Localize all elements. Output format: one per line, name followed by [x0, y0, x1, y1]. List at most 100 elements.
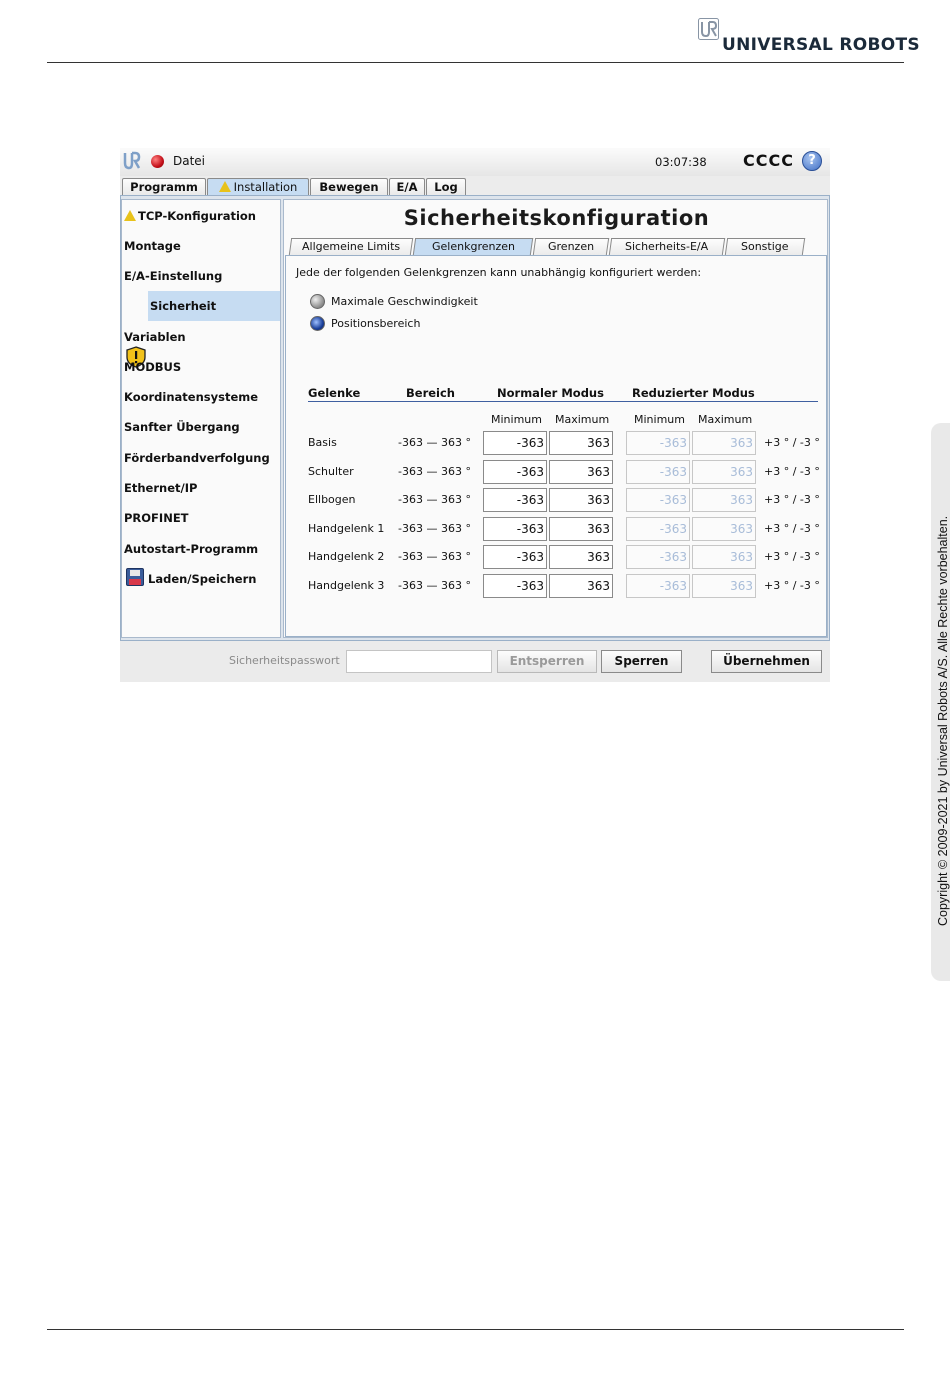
reduced-min-field[interactable]: -363	[626, 431, 690, 455]
normal-min-field[interactable]: -363	[483, 574, 547, 598]
column-header-normal: Normaler Modus	[497, 386, 604, 400]
reduced-max-field[interactable]: 363	[692, 517, 756, 541]
reduced-min-field[interactable]: -363	[626, 545, 690, 569]
tolerance-text: +3 ° / -3 °	[764, 522, 820, 535]
sidebar-item-tcp[interactable]: TCP-Konfiguration	[124, 201, 280, 231]
tab-grenzen[interactable]: Grenzen	[532, 238, 610, 255]
universal-robots-logo: UNIVERSAL ROBOTS	[698, 18, 920, 55]
joint-name: Schulter	[308, 465, 354, 478]
radio-max-speed[interactable]	[310, 294, 325, 309]
reduced-max-field[interactable]: 363	[692, 488, 756, 512]
normal-min-field[interactable]: -363	[483, 488, 547, 512]
sidebar-item-sanfter-uebergang[interactable]: Sanfter Übergang	[124, 412, 280, 442]
reduced-max-field[interactable]: 363	[692, 460, 756, 484]
header-divider	[308, 401, 818, 402]
joint-limits-panel: Jede der folgenden Gelenkgrenzen kann un…	[285, 255, 827, 637]
tab-bewegen[interactable]: Bewegen	[310, 178, 388, 196]
normal-max-field[interactable]: 363	[549, 517, 613, 541]
sidebar-item-ea-einstellung[interactable]: E/A-Einstellung	[124, 261, 280, 291]
tab-sicherheits-ea[interactable]: Sicherheits-E/A	[608, 238, 726, 255]
polyscope-screenshot: Datei 03:07:38 CCCC ? Programm Installat…	[120, 148, 830, 682]
ur-logo-icon	[698, 18, 719, 40]
joint-name: Handgelenk 1	[308, 522, 385, 535]
joint-name: Basis	[308, 436, 337, 449]
lock-button[interactable]: Sperren	[601, 650, 682, 673]
copyright-text: Copyright © 2009-2021 by Universal Robot…	[936, 515, 950, 926]
tab-sonstige[interactable]: Sonstige	[724, 238, 806, 255]
sidebar-item-ethernet-ip[interactable]: Ethernet/IP	[124, 473, 280, 503]
password-label: Sicherheitspasswort	[229, 654, 340, 667]
document-page: UNIVERSAL ROBOTS Copyright © 2009-2021 b…	[0, 0, 950, 1378]
column-header-reduced: Reduzierter Modus	[632, 386, 755, 400]
normal-max-field[interactable]: 363	[549, 545, 613, 569]
warning-icon	[124, 210, 136, 221]
column-header-range: Bereich	[406, 386, 455, 400]
normal-max-field[interactable]: 363	[549, 460, 613, 484]
tolerance-text: +3 ° / -3 °	[764, 436, 820, 449]
normal-max-field[interactable]: 363	[549, 574, 613, 598]
reduced-min-field[interactable]: -363	[626, 517, 690, 541]
password-field[interactable]	[346, 650, 492, 673]
sidebar-item-autostart[interactable]: Autostart-Programm	[124, 534, 280, 564]
tab-allgemeine-limits[interactable]: Allgemeine Limits	[288, 238, 414, 255]
radio-label: Maximale Geschwindigkeit	[331, 295, 478, 308]
reduced-max-field[interactable]: 363	[692, 431, 756, 455]
brand-name: UNIVERSAL ROBOTS	[722, 35, 920, 55]
joint-range: -363 — 363 °	[398, 550, 471, 563]
radio-position-range[interactable]	[310, 316, 325, 331]
sub-header-reduced-max: Maximum	[698, 413, 753, 426]
intro-text: Jede der folgenden Gelenkgrenzen kann un…	[296, 266, 702, 279]
reduced-max-field[interactable]: 363	[692, 574, 756, 598]
column-header-joints: Gelenke	[308, 386, 361, 400]
file-menu[interactable]: Datei	[173, 154, 205, 168]
joint-range: -363 — 363 °	[398, 493, 471, 506]
installation-sidebar: TCP-Konfiguration Montage E/A-Einstellun…	[121, 199, 281, 638]
reduced-min-field[interactable]: -363	[626, 488, 690, 512]
top-bar: Datei 03:07:38 CCCC ?	[120, 148, 830, 176]
tolerance-text: +3 ° / -3 °	[764, 550, 820, 563]
tab-log[interactable]: Log	[426, 178, 466, 196]
joint-name: Handgelenk 3	[308, 579, 385, 592]
sidebar-item-laden-speichern[interactable]: Laden/Speichern	[148, 564, 304, 594]
normal-min-field[interactable]: -363	[483, 460, 547, 484]
normal-min-field[interactable]: -363	[483, 431, 547, 455]
radio-label: Positionsbereich	[331, 317, 421, 330]
clock: 03:07:38	[655, 155, 707, 169]
normal-max-field[interactable]: 363	[549, 431, 613, 455]
sub-header-normal-max: Maximum	[555, 413, 610, 426]
sidebar-item-sicherheit[interactable]: Sicherheit	[148, 291, 280, 321]
tab-programm[interactable]: Programm	[122, 178, 206, 196]
help-icon[interactable]: ?	[802, 151, 822, 171]
safety-content: Sicherheitskonfiguration Allgemeine Limi…	[283, 199, 828, 638]
ur-logo-icon[interactable]	[122, 151, 142, 171]
joint-range: -363 — 363 °	[398, 522, 471, 535]
joint-name: Handgelenk 2	[308, 550, 385, 563]
warning-icon	[218, 181, 231, 192]
sidebar-item-foerderband[interactable]: Förderbandverfolgung	[124, 443, 280, 473]
sidebar-item-modbus[interactable]: MODBUS	[124, 352, 280, 382]
reduced-max-field[interactable]: 363	[692, 545, 756, 569]
sidebar-item-variablen[interactable]: Variablen	[124, 322, 280, 352]
sidebar-item-montage[interactable]: Montage	[124, 231, 280, 261]
normal-max-field[interactable]: 363	[549, 488, 613, 512]
header-rule	[47, 62, 904, 63]
normal-min-field[interactable]: -363	[483, 545, 547, 569]
normal-min-field[interactable]: -363	[483, 517, 547, 541]
sidebar-item-koordinatensysteme[interactable]: Koordinatensysteme	[124, 382, 280, 412]
tab-gelenkgrenzen[interactable]: Gelenkgrenzen	[412, 238, 534, 255]
joint-range: -363 — 363 °	[398, 465, 471, 478]
sidebar-item-profinet[interactable]: PROFINET	[124, 503, 280, 533]
unlock-button[interactable]: Entsperren	[497, 650, 597, 673]
status-indicator-icon	[151, 155, 164, 168]
floppy-disk-icon	[126, 568, 144, 586]
reduced-min-field[interactable]: -363	[626, 460, 690, 484]
joint-range: -363 — 363 °	[398, 436, 471, 449]
joint-range: -363 — 363 °	[398, 579, 471, 592]
tab-installation[interactable]: Installation	[207, 178, 309, 196]
page-title: Sicherheitskonfiguration	[403, 206, 710, 230]
apply-button[interactable]: Übernehmen	[711, 650, 822, 673]
tab-ea[interactable]: E/A	[389, 178, 425, 196]
reduced-min-field[interactable]: -363	[626, 574, 690, 598]
tolerance-text: +3 ° / -3 °	[764, 465, 820, 478]
sub-header-normal-min: Minimum	[491, 413, 542, 426]
